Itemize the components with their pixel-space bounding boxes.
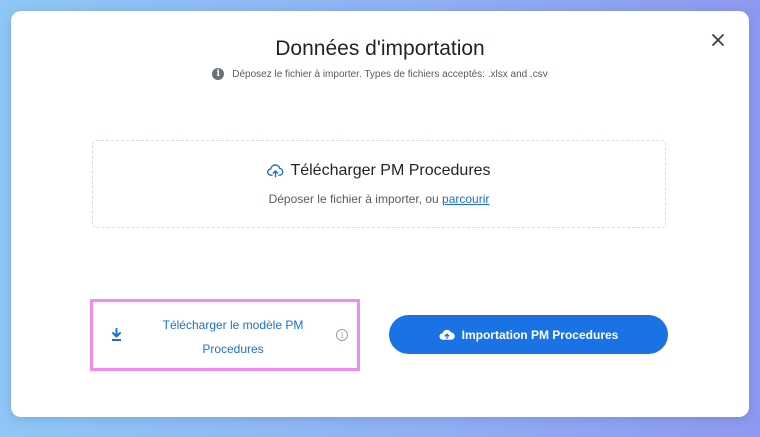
template-label-line1: Télécharger le modèle PM xyxy=(162,318,304,332)
cloud-upload-icon xyxy=(267,164,284,178)
subtitle-text: Déposez le fichier à importer. Types de … xyxy=(232,68,548,80)
browse-link[interactable]: parcourir xyxy=(442,192,489,206)
download-template-button[interactable]: Télécharger le modèle PM Procedures i xyxy=(90,299,360,371)
download-template-label: Télécharger le modèle PM Procedures xyxy=(133,313,333,361)
template-label-line2: Procedures xyxy=(202,342,264,356)
import-button[interactable]: Importation PM Procedures xyxy=(389,315,668,354)
download-icon xyxy=(112,328,121,341)
import-button-label: Importation PM Procedures xyxy=(461,327,619,342)
dropzone-instructions: Déposer le fichier à importer, ou parcou… xyxy=(93,192,665,206)
dialog-subtitle: i Déposez le fichier à importer. Types d… xyxy=(11,68,749,80)
info-outline-icon[interactable]: i xyxy=(336,329,348,341)
dropzone-text: Déposer le fichier à importer, ou xyxy=(268,192,439,206)
import-dialog: Données d'importation i Déposez le fichi… xyxy=(11,11,749,417)
cloud-upload-icon xyxy=(439,329,455,340)
file-dropzone[interactable]: Télécharger PM Procedures Déposer le fic… xyxy=(92,140,666,228)
info-icon: i xyxy=(212,68,225,80)
dropzone-title-text: Télécharger PM Procedures xyxy=(290,162,491,179)
dialog-title: Données d'importation xyxy=(275,37,485,60)
dropzone-title: Télécharger PM Procedures xyxy=(93,162,665,180)
